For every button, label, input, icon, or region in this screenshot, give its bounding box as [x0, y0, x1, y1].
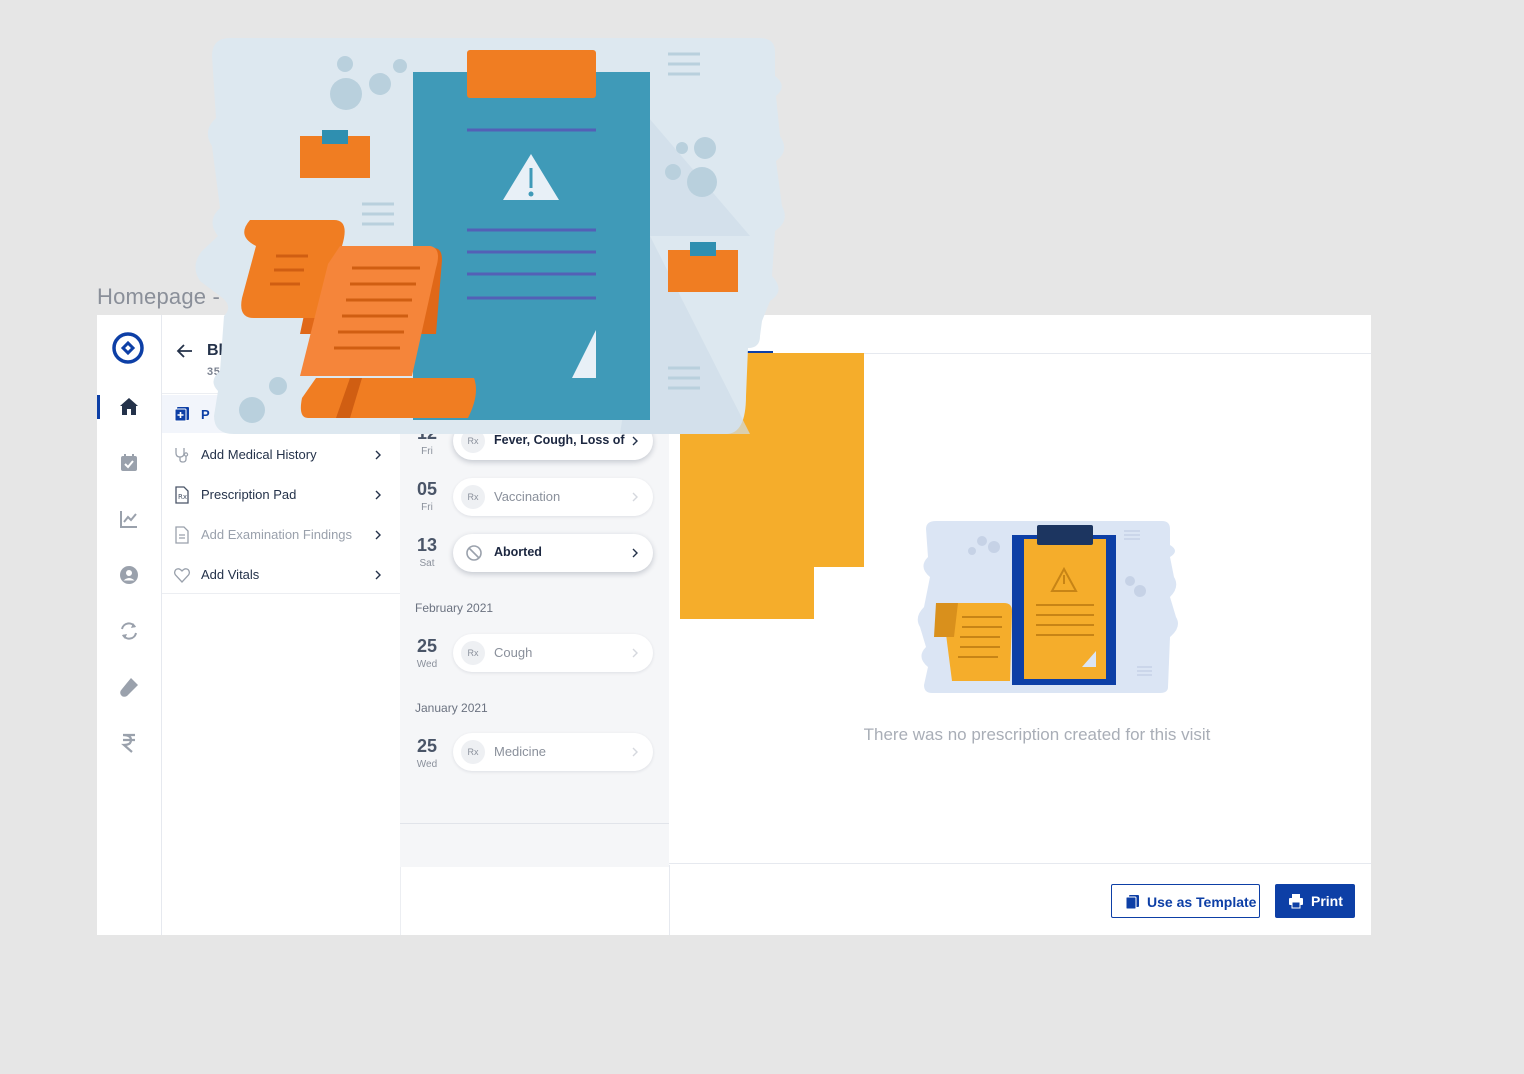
heart-icon — [173, 568, 191, 583]
app-logo-icon[interactable] — [111, 331, 145, 365]
printer-icon — [1289, 894, 1303, 909]
visit-pill[interactable]: Rx Cough — [453, 634, 653, 672]
use-as-template-button[interactable]: Use as Template — [1111, 884, 1260, 918]
rupee-icon[interactable] — [117, 731, 141, 755]
menu-item-label: Add Examination Findings — [201, 527, 353, 542]
chevron-right-icon — [632, 747, 638, 757]
print-button[interactable]: Print — [1275, 884, 1355, 918]
menu-divider — [162, 593, 400, 594]
document-icon — [175, 526, 189, 544]
chevron-right-icon — [375, 570, 381, 580]
menu-item-label: Add Medical History — [201, 447, 317, 462]
test-tube-icon[interactable] — [117, 675, 141, 699]
use-as-template-label: Use as Template — [1147, 894, 1257, 910]
visit-weekday: Fri — [421, 502, 433, 513]
visit-weekday: Sat — [419, 558, 435, 569]
visit-label: Medicine — [494, 744, 547, 759]
menu-item-label: Prescription Pad — [201, 487, 297, 502]
visit-day: 25 — [416, 636, 438, 656]
chevron-right-icon — [375, 490, 381, 500]
placeholder-block — [680, 567, 814, 619]
visit-date: 25 Wed — [400, 736, 454, 770]
visit-label: Cough — [494, 645, 533, 660]
print-label: Print — [1311, 893, 1343, 909]
menu-item-add-vitals[interactable]: Add Vitals — [162, 555, 400, 595]
calendar-check-icon[interactable] — [117, 451, 141, 475]
footer-divider — [669, 863, 1371, 864]
empty-prescription-illustration — [917, 521, 1178, 693]
visit-day: 25 — [416, 736, 438, 756]
visit-label: Vaccination — [494, 489, 561, 504]
chevron-right-icon — [375, 530, 381, 540]
visit-date: 05 Fri — [400, 479, 454, 513]
visit-day: 13 — [416, 535, 438, 555]
visit-date: 13 Sat — [400, 535, 454, 569]
stethoscope-icon — [175, 448, 189, 463]
icon-rail — [97, 315, 162, 935]
visit-weekday: Wed — [416, 759, 438, 770]
visit-pill[interactable]: Rx Vaccination — [453, 478, 653, 516]
footer-divider — [669, 865, 670, 935]
rx-badge: Rx — [461, 641, 485, 665]
month-header: February 2021 — [415, 601, 494, 615]
menu-item-add-examination-findings[interactable]: Add Examination Findings — [162, 515, 400, 555]
home-icon[interactable] — [117, 395, 141, 419]
blocked-icon — [466, 545, 482, 561]
menu-item-prescription-pad[interactable]: Rx Prescription Pad — [162, 475, 400, 515]
visit-panel-divider — [400, 823, 669, 824]
visit-pill-aborted[interactable]: Aborted — [453, 534, 653, 572]
chart-icon[interactable] — [117, 507, 141, 531]
svg-text:Rx: Rx — [178, 493, 187, 501]
menu-item-label: Add Vitals — [201, 567, 260, 582]
add-document-icon — [174, 407, 189, 422]
chevron-right-icon — [632, 548, 638, 558]
chevron-right-icon — [632, 436, 638, 446]
chevron-right-icon — [632, 492, 638, 502]
rail-active-indicator — [97, 395, 100, 419]
copy-document-icon — [1125, 895, 1139, 910]
chevron-right-icon — [375, 450, 381, 460]
rx-badge: Rx — [461, 485, 485, 509]
chevron-right-icon — [632, 648, 638, 658]
visit-pill[interactable]: Rx Medicine — [453, 733, 653, 771]
rx-badge: Rx — [461, 740, 485, 764]
menu-item-add-medical-history[interactable]: Add Medical History — [162, 435, 400, 475]
visit-label: Aborted — [494, 545, 542, 559]
empty-state-message: There was no prescription created for th… — [863, 725, 1211, 744]
visit-date: 25 Wed — [400, 636, 454, 670]
visit-weekday: Wed — [416, 659, 438, 670]
month-header: January 2021 — [415, 701, 488, 715]
prescription-warning-illustration — [195, 38, 785, 434]
visit-weekday: Fri — [421, 446, 433, 457]
visit-day: 05 — [416, 479, 438, 499]
user-circle-icon[interactable] — [117, 563, 141, 587]
rx-document-icon: Rx — [175, 486, 189, 504]
sync-icon[interactable] — [117, 619, 141, 643]
